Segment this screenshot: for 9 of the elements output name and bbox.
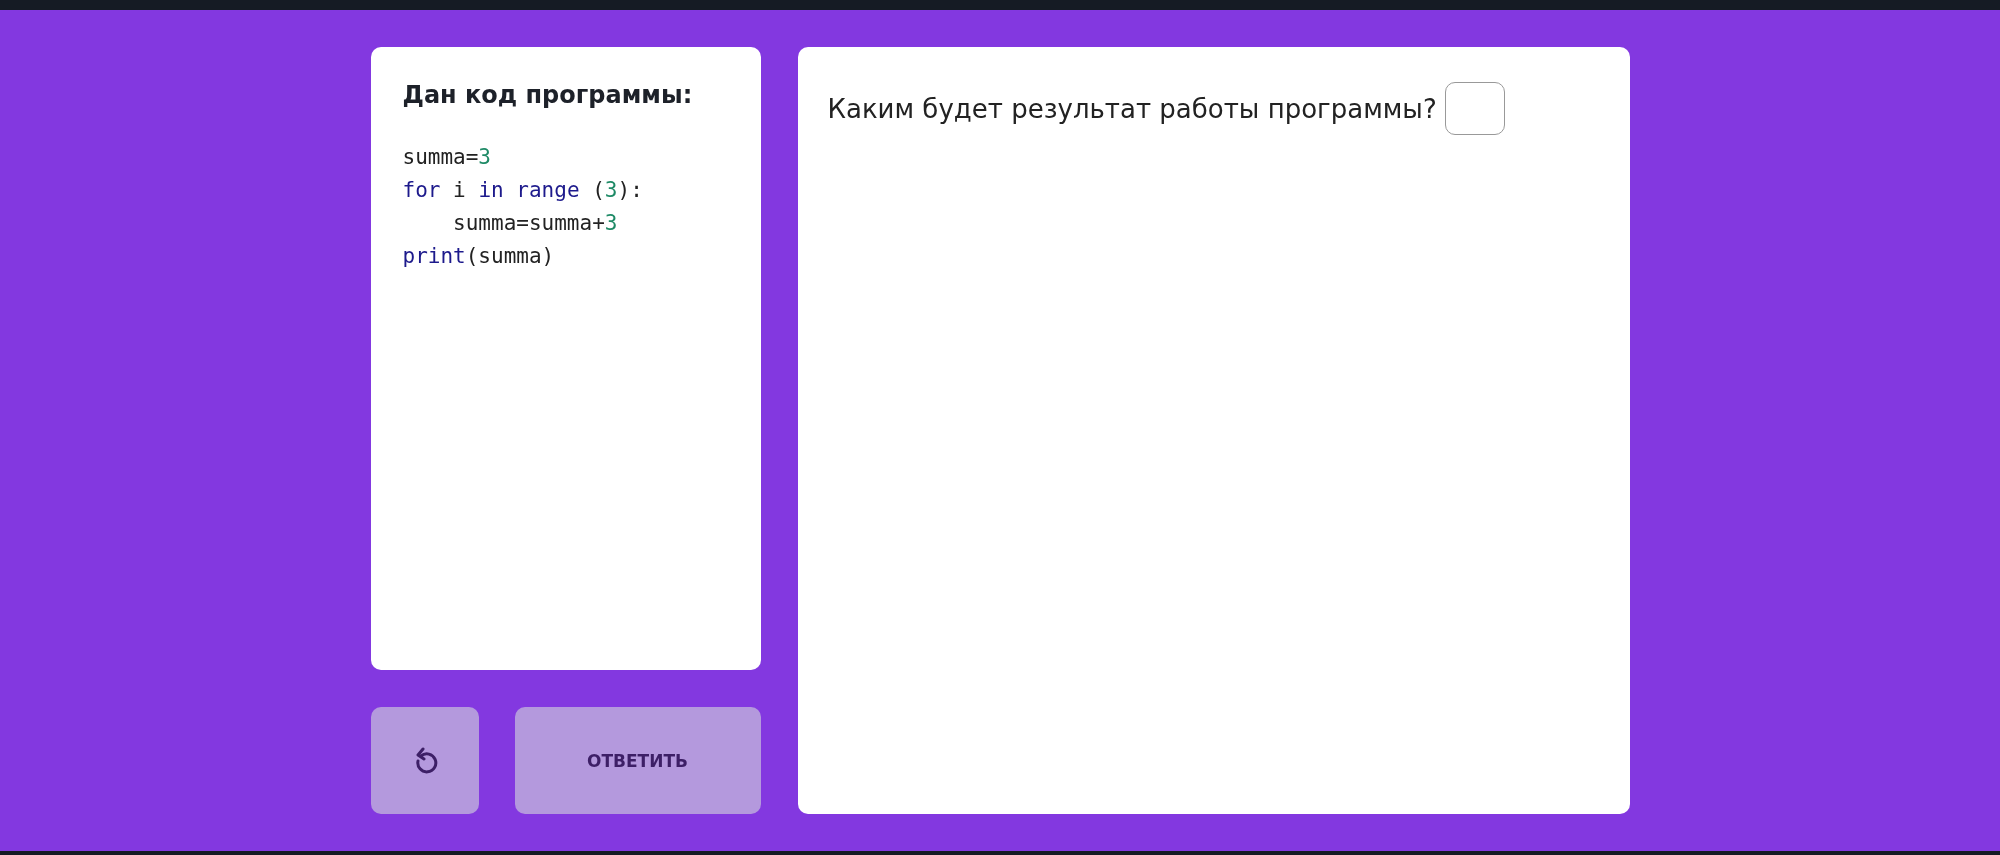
submit-button[interactable]: ОТВЕТИТЬ — [514, 707, 761, 814]
code-line: summa=3 — [402, 144, 492, 171]
code-line: for i in range (3): — [402, 177, 644, 204]
question-text: Каким будет результат работы программы? — [827, 93, 1437, 124]
answer-field[interactable] — [1444, 82, 1505, 135]
reset-button[interactable] — [370, 707, 479, 814]
code-title: Дан код программы: — [402, 81, 694, 109]
code-line: summa=summa+3 — [452, 210, 619, 237]
code-line: print(summa) — [402, 243, 556, 270]
